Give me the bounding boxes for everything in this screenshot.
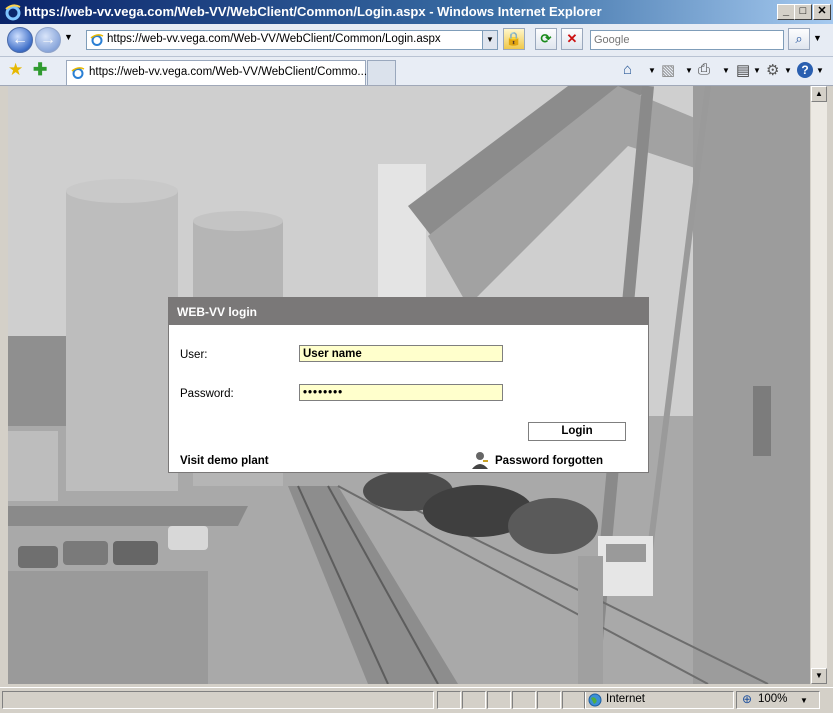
security-zone-label: Internet: [606, 693, 645, 705]
help-icon[interactable]: ?: [797, 62, 813, 78]
back-icon[interactable]: ←: [7, 27, 33, 53]
password-label: Password:: [180, 388, 234, 400]
user-key-icon: [472, 452, 488, 469]
tab-bar: ★ ✚ https://web-vv.vega.com/Web-VV/WebCl…: [0, 57, 833, 86]
navigation-bar: ← → ▼ https://web-vv.vega.com/Web-VV/Web…: [0, 24, 833, 57]
user-label: User:: [180, 349, 208, 361]
status-panel: [437, 691, 461, 709]
print-icon[interactable]: ⎙: [698, 61, 710, 78]
login-header: WEB-VV login: [169, 298, 648, 325]
zoom-icon[interactable]: ⊕: [742, 692, 752, 706]
password-field[interactable]: [299, 384, 503, 401]
tab-ie-icon: [71, 67, 85, 79]
help-dropdown-icon[interactable]: ▼: [816, 66, 824, 75]
status-panel: [462, 691, 486, 709]
add-favorites-icon[interactable]: ✚: [33, 60, 47, 80]
page-dropdown-icon[interactable]: ▼: [753, 66, 761, 75]
tools-gear-icon[interactable]: ⚙: [766, 61, 779, 79]
search-options-icon[interactable]: ▼: [813, 33, 822, 43]
search-field[interactable]: [590, 30, 784, 50]
password-forgotten-link[interactable]: Password forgotten: [495, 455, 603, 467]
login-title: WEB-VV login: [177, 305, 257, 319]
lock-icon[interactable]: 🔒: [503, 28, 525, 50]
new-tab-button[interactable]: [367, 60, 396, 85]
minimize-button[interactable]: _: [777, 4, 795, 20]
status-panel: [562, 691, 586, 709]
favorites-star-icon[interactable]: ★: [8, 60, 23, 80]
visit-demo-plant-link[interactable]: Visit demo plant: [180, 455, 269, 467]
tab-current[interactable]: https://web-vv.vega.com/Web-VV/WebClient…: [66, 60, 368, 85]
forward-icon[interactable]: →: [35, 27, 61, 53]
home-icon[interactable]: ⌂: [623, 61, 632, 78]
maximize-button[interactable]: □: [794, 4, 812, 20]
status-bar: Internet ⊕ 100% ▼: [0, 687, 833, 713]
address-bar[interactable]: https://web-vv.vega.com/Web-VV/WebClient…: [86, 30, 498, 50]
print-dropdown-icon[interactable]: ▼: [722, 66, 730, 75]
title-bar: https://web-vv.vega.com/Web-VV/WebClient…: [0, 0, 833, 24]
window-title: https://web-vv.vega.com/Web-VV/WebClient…: [24, 4, 602, 19]
status-text-panel: [2, 691, 434, 709]
vertical-scrollbar[interactable]: ▲ ▼: [810, 86, 827, 684]
stop-icon[interactable]: ✕: [561, 28, 583, 50]
close-button[interactable]: ✕: [813, 4, 831, 20]
address-dropdown-icon[interactable]: ▼: [482, 31, 497, 49]
status-panel: [487, 691, 511, 709]
feeds-dropdown-icon[interactable]: ▼: [685, 66, 693, 75]
user-name-field[interactable]: [299, 345, 503, 362]
scroll-down-arrow-icon[interactable]: ▼: [811, 668, 827, 684]
zoom-level[interactable]: 100%: [758, 693, 787, 705]
tab-label: https://web-vv.vega.com/Web-VV/WebClient…: [89, 66, 368, 78]
address-url[interactable]: https://web-vv.vega.com/Web-VV/WebClient…: [107, 33, 441, 45]
history-dropdown-icon[interactable]: ▼: [64, 32, 73, 42]
feeds-icon[interactable]: ▧: [661, 61, 675, 79]
globe-icon: [588, 693, 602, 707]
search-icon[interactable]: ⌕: [788, 28, 810, 50]
ie-icon: [5, 4, 21, 21]
zoom-dropdown-icon[interactable]: ▼: [800, 696, 808, 705]
status-panel: [512, 691, 536, 709]
tools-dropdown-icon[interactable]: ▼: [784, 66, 792, 75]
page-ie-icon: [90, 34, 104, 46]
login-dialog: WEB-VV login User: Password: Login Visit…: [168, 297, 649, 473]
home-dropdown-icon[interactable]: ▼: [648, 66, 656, 75]
status-panel: [537, 691, 561, 709]
search-input[interactable]: [591, 31, 783, 49]
login-button[interactable]: Login: [528, 422, 626, 441]
page-icon[interactable]: ▤: [736, 61, 750, 79]
refresh-icon[interactable]: ⟳: [535, 28, 557, 50]
scroll-up-arrow-icon[interactable]: ▲: [811, 86, 827, 102]
